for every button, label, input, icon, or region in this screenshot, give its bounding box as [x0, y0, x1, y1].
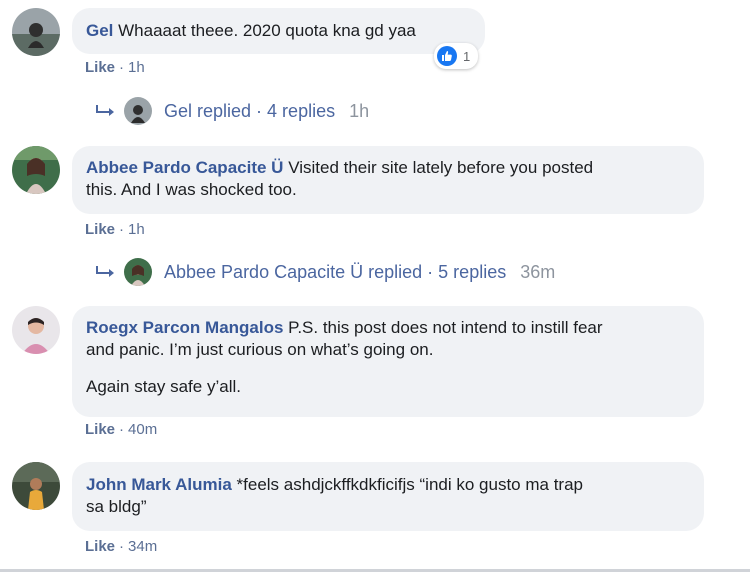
like-link[interactable]: Like [85, 59, 115, 76]
thumbs-up-icon [437, 46, 457, 66]
comment-text: *feels ashdjckffkdkficifjs “indi ko gust… [236, 475, 583, 494]
comment-bubble-gel: Gel Whaaaat theee. 2020 quota kna gd yaa [72, 8, 485, 54]
comment-text: P.S. this post does not intend to instil… [288, 318, 603, 337]
avatar-gel[interactable] [12, 8, 60, 56]
view-replies-gel[interactable]: Gel replied · 4 replies 1h [96, 97, 369, 125]
comment-bubble-roegx: Roegx Parcon Mangalos P.S. this post doe… [72, 306, 704, 417]
like-link[interactable]: Like [85, 221, 115, 238]
avatar-abbee[interactable] [12, 146, 60, 194]
reply-count[interactable]: 4 replies [267, 101, 335, 122]
comment-text-line: this. And I was shocked too. [86, 180, 297, 199]
comment-text-extra: Again stay safe y’all. [86, 377, 241, 396]
comment-text: Whaaaat theee. 2020 quota kna gd yaa [118, 21, 416, 40]
comment-author[interactable]: Gel [86, 21, 113, 40]
reply-count[interactable]: 5 replies [438, 262, 506, 283]
view-replies-abbee[interactable]: Abbee Pardo Capacite Ü replied · 5 replies… [96, 258, 555, 286]
reaction-badge[interactable]: 1 [434, 43, 479, 69]
timestamp[interactable]: 34m [128, 538, 157, 555]
comment-bubble-abbee: Abbee Pardo Capacite Ü Visited their sit… [72, 146, 704, 214]
comment-meta: Like · 1h [85, 221, 145, 238]
reply-time: 36m [520, 261, 556, 282]
comment-meta: Like · 40m [85, 421, 158, 438]
reply-label[interactable]: Gel replied [164, 101, 251, 122]
comment-author[interactable]: John Mark Alumia [86, 475, 232, 494]
comment-text-line: and panic. I’m just curious on what’s go… [86, 340, 434, 359]
comment-meta: Like · 1h [85, 59, 145, 76]
timestamp[interactable]: 1h [128, 221, 145, 238]
avatar-roegx[interactable] [12, 306, 60, 354]
comment-bubble-john-mark: John Mark Alumia *feels ashdjckffkdkfici… [72, 462, 704, 531]
timestamp[interactable]: 40m [128, 421, 157, 438]
avatar-john-mark[interactable] [12, 462, 60, 510]
like-link[interactable]: Like [85, 421, 115, 438]
like-link[interactable]: Like [85, 538, 115, 555]
comment-author[interactable]: Abbee Pardo Capacite Ü [86, 158, 283, 177]
reaction-count: 1 [463, 48, 471, 64]
comment-text: Visited their site lately before you pos… [288, 158, 594, 177]
timestamp[interactable]: 1h [128, 59, 145, 76]
comment-author[interactable]: Roegx Parcon Mangalos [86, 318, 283, 337]
reply-arrow-icon [96, 105, 114, 116]
reply-avatar [124, 258, 152, 286]
reply-label[interactable]: Abbee Pardo Capacite Ü replied [164, 262, 422, 283]
reply-arrow-icon [96, 266, 114, 277]
comment-text-line: sa bldg” [86, 497, 147, 516]
reply-time: 1h [349, 100, 370, 121]
comment-meta: Like · 34m [85, 538, 158, 555]
reply-avatar [124, 97, 152, 125]
